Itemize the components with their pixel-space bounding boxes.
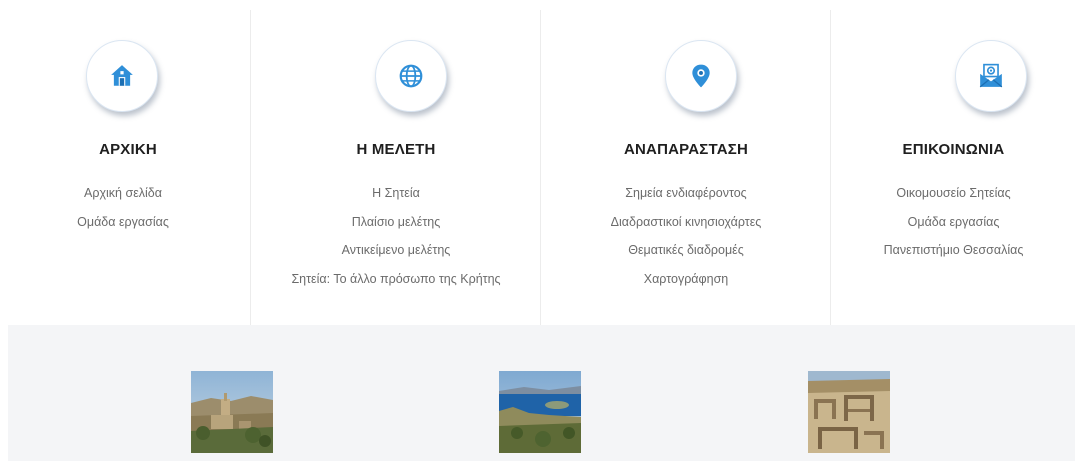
column-title: ΑΝΑΠΑΡΑΣΤΑΣΗ (623, 141, 748, 158)
link-list: Αρχική σελίδα Ομάδα εργασίας (0, 179, 246, 236)
column-title: ΑΡΧΙΚΗ (99, 141, 157, 158)
link-home-page[interactable]: Αρχική σελίδα (0, 179, 246, 208)
coast-photo[interactable] (499, 371, 581, 453)
link-ecomuseum[interactable]: Οικομουσείο Σητείας (831, 179, 1075, 208)
link-interactive-maps[interactable]: Διαδραστικοί κινησιοχάρτες (541, 208, 831, 237)
link-mapping[interactable]: Χαρτογράφηση (541, 265, 831, 294)
link-study-subject[interactable]: Αντικείμενο μελέτης (251, 236, 541, 265)
gallery-band (8, 325, 1075, 461)
link-university-thessaly[interactable]: Πανεπιστήμιο Θεσσαλίας (831, 236, 1075, 265)
column-study: Η ΜΕΛΕΤΗ Η Σητεία Πλαίσιο μελέτης Αντικε… (250, 10, 541, 325)
link-team[interactable]: Ομάδα εργασίας (0, 208, 246, 237)
link-other-face[interactable]: Σητεία: Το άλλο πρόσωπο της Κρήτης (251, 265, 541, 294)
map-pin-icon-button[interactable] (665, 40, 737, 112)
column-contact: ΕΠΙΚΟΙΝΩΝΙΑ Οικομουσείο Σητείας Ομάδα ερ… (830, 10, 1075, 325)
link-list: Οικομουσείο Σητείας Ομάδα εργασίας Πανεπ… (831, 179, 1075, 265)
globe-icon (399, 64, 423, 88)
email-icon-button[interactable] (955, 40, 1027, 112)
globe-icon-button[interactable] (375, 40, 447, 112)
email-icon (979, 63, 1003, 88)
link-thematic-routes[interactable]: Θεματικές διαδρομές (541, 236, 831, 265)
column-title: Η ΜΕΛΕΤΗ (356, 141, 436, 158)
column-title: ΕΠΙΚΟΙΝΩΝΙΑ (902, 141, 1005, 158)
link-siteia[interactable]: Η Σητεία (251, 179, 541, 208)
column-representation: ΑΝΑΠΑΡΑΣΤΑΣΗ Σημεία ενδιαφέροντος Διαδρα… (540, 10, 831, 325)
link-points-of-interest[interactable]: Σημεία ενδιαφέροντος (541, 179, 831, 208)
village-photo[interactable] (191, 371, 273, 453)
link-study-framework[interactable]: Πλαίσιο μελέτης (251, 208, 541, 237)
link-list: Σημεία ενδιαφέροντος Διαδραστικοί κινησι… (541, 179, 831, 293)
home-icon-button[interactable] (86, 40, 158, 112)
home-icon (111, 65, 133, 86)
link-list: Η Σητεία Πλαίσιο μελέτης Αντικείμενο μελ… (251, 179, 541, 293)
ruins-photo[interactable] (808, 371, 890, 453)
link-contact-team[interactable]: Ομάδα εργασίας (831, 208, 1075, 237)
map-pin-icon (692, 64, 710, 88)
footer-menu: ΑΡΧΙΚΗ Αρχική σελίδα Ομάδα εργασίας Η ΜΕ… (0, 0, 1075, 325)
column-home: ΑΡΧΙΚΗ Αρχική σελίδα Ομάδα εργασίας (0, 10, 250, 325)
